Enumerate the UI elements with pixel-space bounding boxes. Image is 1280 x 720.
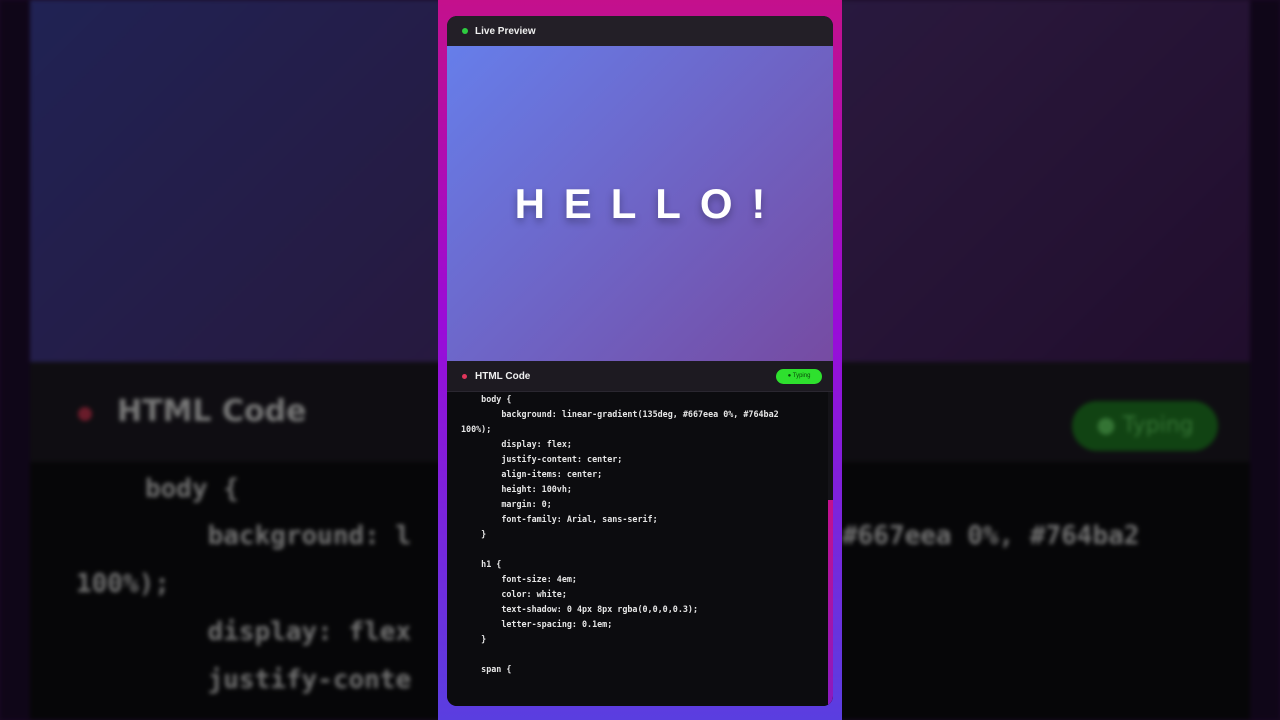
background-code-line: body {	[145, 474, 239, 504]
code-line: 100%);	[461, 424, 492, 434]
live-preview-title: Live Preview	[475, 25, 536, 37]
code-line: }	[461, 529, 487, 539]
code-line: }	[461, 634, 487, 644]
code-line: background: linear-gradient(135deg, #667…	[461, 409, 779, 419]
code-line: text-shadow: 0 4px 8px rgba(0,0,0,0.3);	[461, 604, 698, 614]
code-line: letter-spacing: 0.1em;	[461, 619, 613, 629]
html-code-header: HTML Code ● Typing	[447, 361, 833, 392]
code-status-dot-icon	[462, 373, 467, 379]
code-scrollbar-thumb[interactable]	[828, 500, 833, 706]
code-line: justify-content: center;	[461, 454, 623, 464]
background-code-line: background: l	[145, 521, 412, 551]
background-code-title: HTML Code	[117, 394, 307, 429]
background-code-line: 100%);	[76, 569, 170, 599]
background-code-line: justify-conte	[145, 665, 412, 695]
code-line: font-size: 4em;	[461, 574, 577, 584]
code-line: font-family: Arial, sans-serif;	[461, 514, 658, 524]
code-line: margin: 0;	[461, 499, 552, 509]
background-left-edge	[0, 0, 30, 720]
background-typing-badge: ● Typing	[1072, 401, 1218, 451]
background-code-line: display: flex	[145, 617, 412, 647]
background-right-edge	[1250, 0, 1280, 720]
code-line: body {	[461, 394, 512, 404]
live-preview-area: HELLO!	[447, 46, 833, 361]
code-line: h1 {	[461, 559, 502, 569]
code-line: align-items: center;	[461, 469, 603, 479]
code-line: height: 100vh;	[461, 484, 572, 494]
typing-badge: ● Typing	[776, 369, 822, 384]
code-line: color: white;	[461, 589, 567, 599]
preview-heading: HELLO!	[514, 179, 785, 227]
html-code-title: HTML Code	[475, 370, 531, 382]
editor-card: Live Preview HELLO! HTML Code ● Typing b…	[447, 16, 833, 706]
live-preview-header: Live Preview	[447, 16, 833, 46]
code-line: display: flex;	[461, 439, 572, 449]
phone-frame: Live Preview HELLO! HTML Code ● Typing b…	[438, 0, 842, 720]
live-status-dot-icon	[462, 28, 468, 34]
background-code-line: #667eea 0%, #764ba2	[842, 521, 1140, 551]
background-red-dot-icon	[78, 407, 92, 421]
code-line: span {	[461, 664, 512, 674]
